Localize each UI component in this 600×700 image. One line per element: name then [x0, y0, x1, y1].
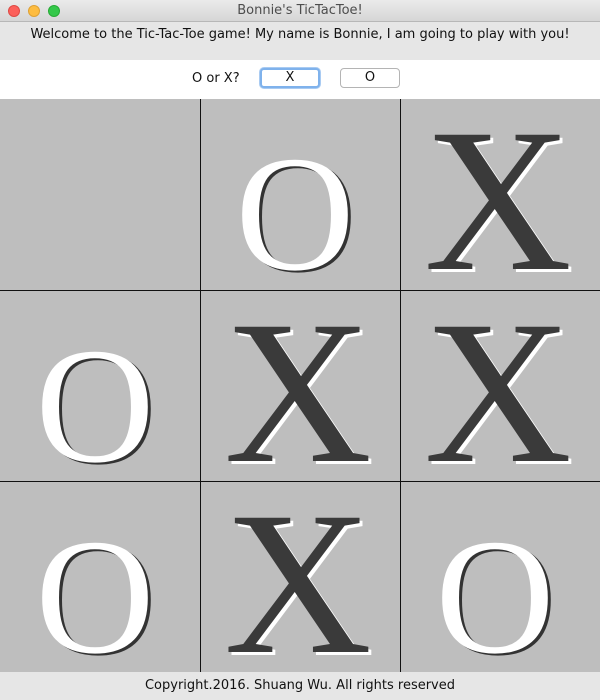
- svg-text:O: O: [35, 314, 154, 482]
- board-cell-3[interactable]: XX: [400, 99, 600, 290]
- board-cell-8[interactable]: XX: [200, 482, 400, 673]
- x-mark-icon: XX: [224, 482, 375, 673]
- board-cell-5[interactable]: XX: [200, 291, 400, 482]
- o-mark-icon: OO: [435, 505, 557, 673]
- title-bar[interactable]: Bonnie's TicTacToe!: [0, 0, 600, 22]
- board-cell-2[interactable]: OO: [200, 99, 400, 290]
- x-mark-icon: XX: [424, 99, 575, 290]
- board-cell-1[interactable]: [0, 99, 200, 290]
- svg-text:O: O: [235, 122, 354, 290]
- welcome-message: Welcome to the Tic-Tac-Toe game! My name…: [0, 22, 600, 60]
- x-mark-icon: XX: [224, 291, 375, 482]
- player-chooser: O or X? X O: [0, 60, 600, 99]
- svg-text:X: X: [224, 291, 372, 482]
- chooser-label: O or X?: [192, 71, 240, 86]
- grid-line-horizontal: [0, 290, 600, 291]
- choose-x-button[interactable]: X: [260, 68, 320, 88]
- board-cell-7[interactable]: OO: [0, 482, 200, 673]
- svg-text:O: O: [35, 505, 154, 673]
- grid-line-vertical: [200, 99, 201, 672]
- x-mark-icon: XX: [424, 291, 575, 482]
- board-cell-6[interactable]: XX: [400, 291, 600, 482]
- svg-text:X: X: [424, 291, 572, 482]
- copyright-footer: Copyright.2016. Shuang Wu. All rights re…: [0, 672, 600, 700]
- grid-line-vertical: [400, 99, 401, 672]
- board-cell-9[interactable]: OO: [400, 482, 600, 673]
- choose-o-button[interactable]: O: [340, 68, 400, 88]
- game-board: OO XX OO XX XX OO XX OO: [0, 99, 600, 673]
- app-window: Bonnie's TicTacToe! Welcome to the Tic-T…: [0, 0, 600, 700]
- svg-text:X: X: [224, 482, 372, 673]
- grid-line-horizontal: [0, 481, 600, 482]
- board-cell-4[interactable]: OO: [0, 291, 200, 482]
- o-mark-icon: OO: [235, 122, 357, 290]
- svg-text:X: X: [424, 99, 572, 290]
- empty-cell: [0, 99, 200, 290]
- svg-text:O: O: [435, 505, 554, 673]
- window-title: Bonnie's TicTacToe!: [237, 3, 363, 18]
- o-mark-icon: OO: [35, 505, 157, 673]
- o-mark-icon: OO: [35, 314, 157, 482]
